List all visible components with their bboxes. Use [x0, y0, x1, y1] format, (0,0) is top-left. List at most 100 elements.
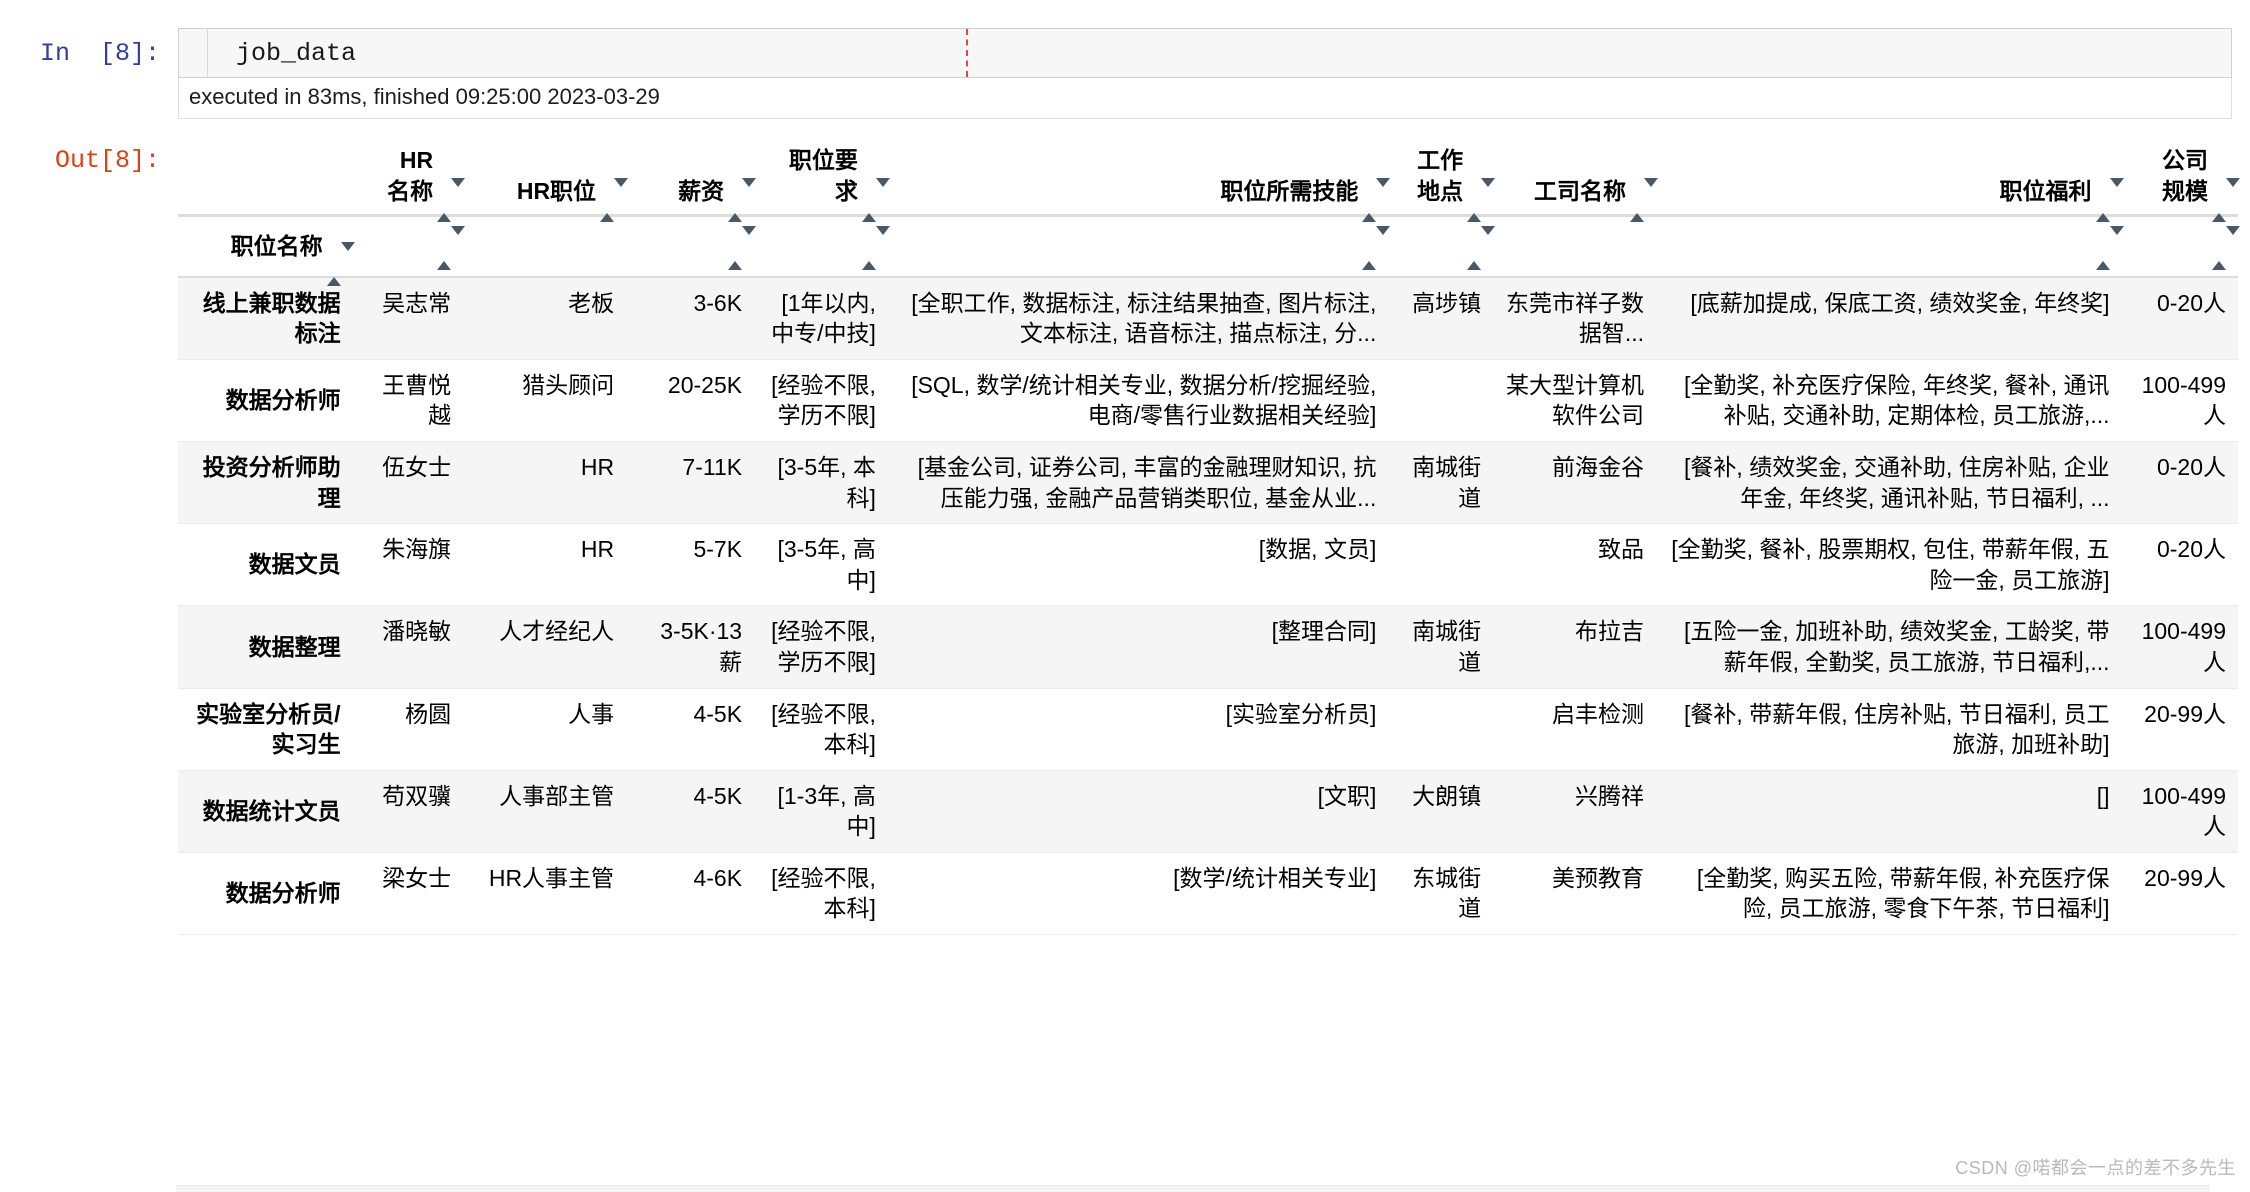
cell-hr-position: 人事 [568, 700, 615, 727]
cell-company-name: 美预教育 [1552, 864, 1645, 891]
column-header-job-benefits[interactable]: 职位福利 [1656, 135, 2124, 223]
table-row: 实验室分析员/实习生 杨圆 人事 4-5K [经验不限, 本科] [实验室分析员] 启丰检测… [178, 688, 2238, 771]
row-index-cell: 数据文员 [248, 551, 341, 578]
cell-hr-position: 老板 [568, 289, 615, 316]
cell-salary: 5-7K [693, 536, 743, 563]
cell-work-location [1388, 688, 1493, 770]
row-index-cell: 线上兼职数据标注 [202, 289, 341, 347]
cell-job-skills: [文职] [1317, 782, 1377, 809]
code-editor[interactable]: job_data [178, 28, 2232, 78]
column-header-hr-position[interactable]: HR职位 [463, 135, 629, 223]
cell-job-requirements: [3-5年, 高中] [777, 536, 876, 593]
column-header-work-location[interactable]: 工作 地点 [1388, 135, 1496, 223]
column-header-job-requirements[interactable]: 职位要求 [754, 135, 890, 223]
cell-hr-name: 杨圆 [405, 700, 452, 727]
notebook-output-cell: Out[8]: HR 名称 HR职位 薪资 职位要 求 职位所需技能 工作 地点… [0, 119, 2250, 935]
cell-job-requirements: [1年以内, 中专/中技] [771, 289, 876, 347]
index-sort-cell-job-benefits[interactable] [1656, 214, 2124, 278]
editor-ruler [966, 29, 968, 77]
cell-hr-position: HR [580, 536, 615, 563]
table-row: 数据分析师 梁女士 HR人事主管 4-6K [经验不限, 本科] [数学/统计相关专业] 东… [178, 852, 2238, 935]
table-row: 数据统计文员 苟双骥 人事部主管 4-5K [1-3年, 高中] [文职] 大朗镇 兴腾祥 []… [178, 770, 2238, 853]
cell-work-location: 大朗镇 [1412, 782, 1482, 809]
index-name-header[interactable]: 职位名称 [178, 214, 355, 286]
cell-work-location: 南城街道 [1412, 618, 1482, 675]
cell-company-name: 前海金谷 [1552, 454, 1645, 481]
cell-hr-name: 吴志常 [382, 289, 452, 316]
column-header-company-name[interactable]: 工司名称 [1493, 135, 1659, 223]
column-header-label: 工司名称 [1534, 177, 1627, 204]
notebook-input-cell: In [8]: job_data executed in 83ms, finis… [0, 0, 2250, 119]
table-header-row-columns: HR 名称 HR职位 薪资 职位要 求 职位所需技能 工作 地点 工司名称 职位… [178, 135, 2240, 223]
row-index-cell: 实验室分析员/实习生 [196, 700, 341, 758]
index-sort-cell-work-location[interactable] [1388, 214, 1496, 278]
cell-job-benefits: [全勤奖, 购买五险, 带薪年假, 补充医疗保险, 员工旅游, 零食下午茶, 节… [1696, 864, 2110, 922]
cell-company-name: 东莞市祥子数据智... [1506, 289, 1645, 347]
cell-work-location [1388, 359, 1493, 441]
cell-work-location [1388, 524, 1493, 606]
code-input[interactable]: job_data [208, 39, 356, 68]
cell-salary: 3-5K·13薪 [660, 618, 743, 675]
column-header-label: 职位所需技能 [1220, 177, 1359, 204]
table-row: 投资分析师助理 伍女士 HR 7-11K [3-5年, 本科] [基金公司, 证券公司, … [178, 441, 2238, 524]
cell-salary: 7-11K [682, 454, 743, 481]
cell-company-size: 0-20人 [2156, 454, 2226, 481]
cell-hr-name: 王曹悦越 [382, 371, 452, 429]
cell-hr-name: 潘晓敏 [382, 618, 452, 645]
table-header: HR 名称 HR职位 薪资 职位要 求 职位所需技能 工作 地点 工司名称 职位… [178, 135, 2240, 286]
cell-hr-name: 梁女士 [382, 864, 452, 891]
cell-company-name: 启丰检测 [1552, 700, 1645, 727]
column-header-label: HR职位 [516, 177, 597, 204]
cell-job-requirements: [3-5年, 本科] [777, 454, 876, 511]
row-index-cell: 数据分析师 [225, 387, 341, 414]
cell-work-location: 南城街道 [1412, 454, 1482, 511]
cell-salary: 4-5K [693, 782, 743, 809]
column-header-salary[interactable]: 薪资 [626, 135, 757, 223]
cell-hr-name: 朱海旗 [382, 536, 452, 563]
cell-job-benefits: [餐补, 绩效奖金, 交通补助, 住房补贴, 企业年金, 年终奖, 通讯补贴, … [1684, 454, 2110, 511]
cell-job-benefits: [五险一金, 加班补助, 绩效奖金, 工龄奖, 带薪年假, 全勤奖, 员工旅游,… [1684, 618, 2110, 675]
table-row: 数据分析师 王曹悦越 猎头顾问 20-25K [经验不限, 学历不限] [SQL, 数学/… [178, 359, 2238, 442]
dataframe-output: HR 名称 HR职位 薪资 职位要 求 职位所需技能 工作 地点 工司名称 职位… [178, 135, 2250, 935]
header-blank-corner [178, 135, 353, 216]
cell-company-name: 致品 [1598, 536, 1645, 563]
cell-hr-position: 人才经纪人 [499, 618, 615, 645]
index-sort-cell-company-size[interactable] [2121, 214, 2240, 278]
cell-salary: 4-5K [693, 700, 743, 727]
dataframe-table: HR 名称 HR职位 薪资 职位要 求 职位所需技能 工作 地点 工司名称 职位… [178, 135, 2240, 935]
cell-salary: 20-25K [667, 371, 743, 398]
cell-company-size: 100-499人 [2141, 371, 2226, 429]
row-index-cell: 投资分析师助理 [202, 454, 341, 511]
table-row: 数据整理 潘晓敏 人才经纪人 3-5K·13薪 [经验不限, 学历不限] [整理合同] 南城… [178, 605, 2238, 689]
column-header-job-skills[interactable]: 职位所需技能 [888, 135, 1391, 223]
column-header-company-size[interactable]: 公司 规模 [2122, 135, 2240, 223]
cell-salary: 3-6K [693, 289, 743, 316]
table-row: 数据文员 朱海旗 HR 5-7K [3-5年, 高中] [数据, 文员] 致品 [全勤奖, 餐… [178, 524, 2238, 606]
index-sort-cell-job-skills[interactable] [887, 214, 1391, 278]
cell-hr-position: HR人事主管 [488, 864, 615, 891]
cell-work-location: 东城街道 [1412, 864, 1482, 922]
input-prompt-label: In [8]: [39, 39, 160, 68]
cell-job-skills: [SQL, 数学/统计相关专业, 数据分析/挖掘经验, 电商/零售行业数据相关经… [911, 371, 1377, 429]
cell-salary: 4-6K [693, 864, 743, 891]
index-sort-cell-hr-name[interactable] [352, 214, 466, 278]
cell-job-requirements: [1-3年, 高中] [777, 782, 876, 840]
index-sort-cell-salary[interactable] [626, 214, 757, 278]
cell-hr-position: 猎头顾问 [522, 371, 615, 398]
cell-work-location: 高埗镇 [1412, 289, 1482, 316]
cell-job-benefits: [全勤奖, 餐补, 股票期权, 包住, 带薪年假, 五险一金, 员工旅游] [1671, 536, 2110, 593]
cell-company-size: 0-20人 [2156, 289, 2226, 316]
row-index-cell: 数据统计文员 [202, 797, 341, 824]
index-sort-cell-job-requirements[interactable] [754, 214, 890, 278]
index-sort-cell-hr-position[interactable] [463, 214, 627, 278]
column-header-hr-name[interactable]: HR 名称 [353, 135, 466, 223]
cell-company-name: 布拉吉 [1575, 618, 1645, 645]
table-row: 线上兼职数据标注 吴志常 老板 3-6K [1年以内, 中专/中技] [全职工作, 数据标… [178, 276, 2238, 360]
cell-company-size: 0-20人 [2156, 536, 2226, 563]
cell-hr-position: HR [580, 454, 615, 481]
cell-job-benefits: [餐补, 带薪年假, 住房补贴, 节日福利, 员工旅游, 加班补助] [1684, 700, 2110, 758]
cell-job-benefits: [底薪加提成, 保底工资, 绩效奖金, 年终奖] [1690, 289, 2110, 316]
index-name-label: 职位名称 [230, 233, 323, 260]
index-sort-cell-company-name[interactable] [1493, 214, 1657, 278]
cell-job-skills: [数学/统计相关专业] [1173, 864, 1377, 891]
